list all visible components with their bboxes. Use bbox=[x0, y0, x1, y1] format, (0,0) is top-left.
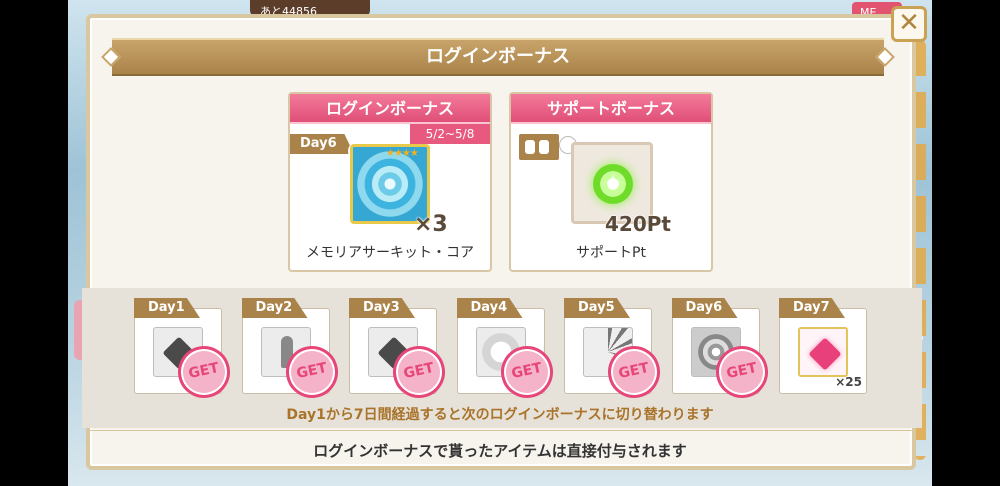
dialog-title-bar: ログインボーナス bbox=[101, 38, 895, 76]
rotation-note: Day1から7日間経過すると次のログインボーナスに切り替わります bbox=[286, 407, 714, 423]
gem-shape bbox=[808, 337, 842, 371]
day-label: Day1 bbox=[134, 298, 200, 318]
bonus-period: 5/2~5/8 bbox=[410, 124, 490, 144]
day-label: Day7 bbox=[779, 298, 845, 318]
day-reward-2: Day2 GET bbox=[241, 298, 343, 403]
day-reward-quantity: ×25 bbox=[835, 375, 862, 389]
support-points: 420Pt bbox=[605, 212, 671, 236]
support-item-name: サポートPt bbox=[576, 245, 646, 261]
support-card-header: サポートボーナス bbox=[511, 94, 711, 124]
day-label: Day3 bbox=[349, 298, 415, 318]
day-reward-box: ×25 bbox=[779, 308, 867, 394]
divider bbox=[90, 430, 912, 431]
day-reward-4: ×50Day4GET bbox=[456, 298, 558, 403]
footer-note: ログインボーナスで貰ったアイテムは直接付与されます bbox=[313, 442, 687, 460]
pink-gem-icon bbox=[798, 327, 848, 377]
day-label: Day6 bbox=[671, 298, 738, 318]
dialog-title: ログインボーナス bbox=[426, 46, 570, 67]
support-members-icon bbox=[519, 134, 559, 160]
login-card-header: ログインボーナス bbox=[290, 94, 490, 124]
rarity-stars-icon: ★★★★ bbox=[386, 148, 419, 159]
day-label: Day4 bbox=[456, 298, 523, 318]
reward-item-name: メモリアサーキット・コア bbox=[306, 245, 474, 261]
support-point-orb-icon: ✦ bbox=[593, 164, 633, 204]
reward-quantity: ×3 bbox=[414, 212, 448, 237]
day-reward-6: Day6 GET bbox=[671, 298, 773, 403]
login-bonus-card: ログインボーナス 5/2~5/8 Day6 ★★★★ ×3 メモリアサーキット・… bbox=[288, 92, 492, 272]
current-day-flag: Day6 bbox=[290, 134, 354, 154]
support-bonus-card: サポートボーナス ✦ 420Pt サポートPt bbox=[509, 92, 713, 272]
day-label: Day2 bbox=[241, 298, 308, 318]
day-reward-1: Day1 GET bbox=[134, 298, 235, 403]
close-button[interactable]: ✕ bbox=[891, 6, 927, 42]
day-label: Day5 bbox=[564, 298, 630, 318]
day-reward-7: ×25 Day7 bbox=[779, 298, 869, 398]
day-reward-5: Day5 GET bbox=[564, 298, 665, 403]
day-reward-3: Day3 GET bbox=[349, 298, 450, 403]
